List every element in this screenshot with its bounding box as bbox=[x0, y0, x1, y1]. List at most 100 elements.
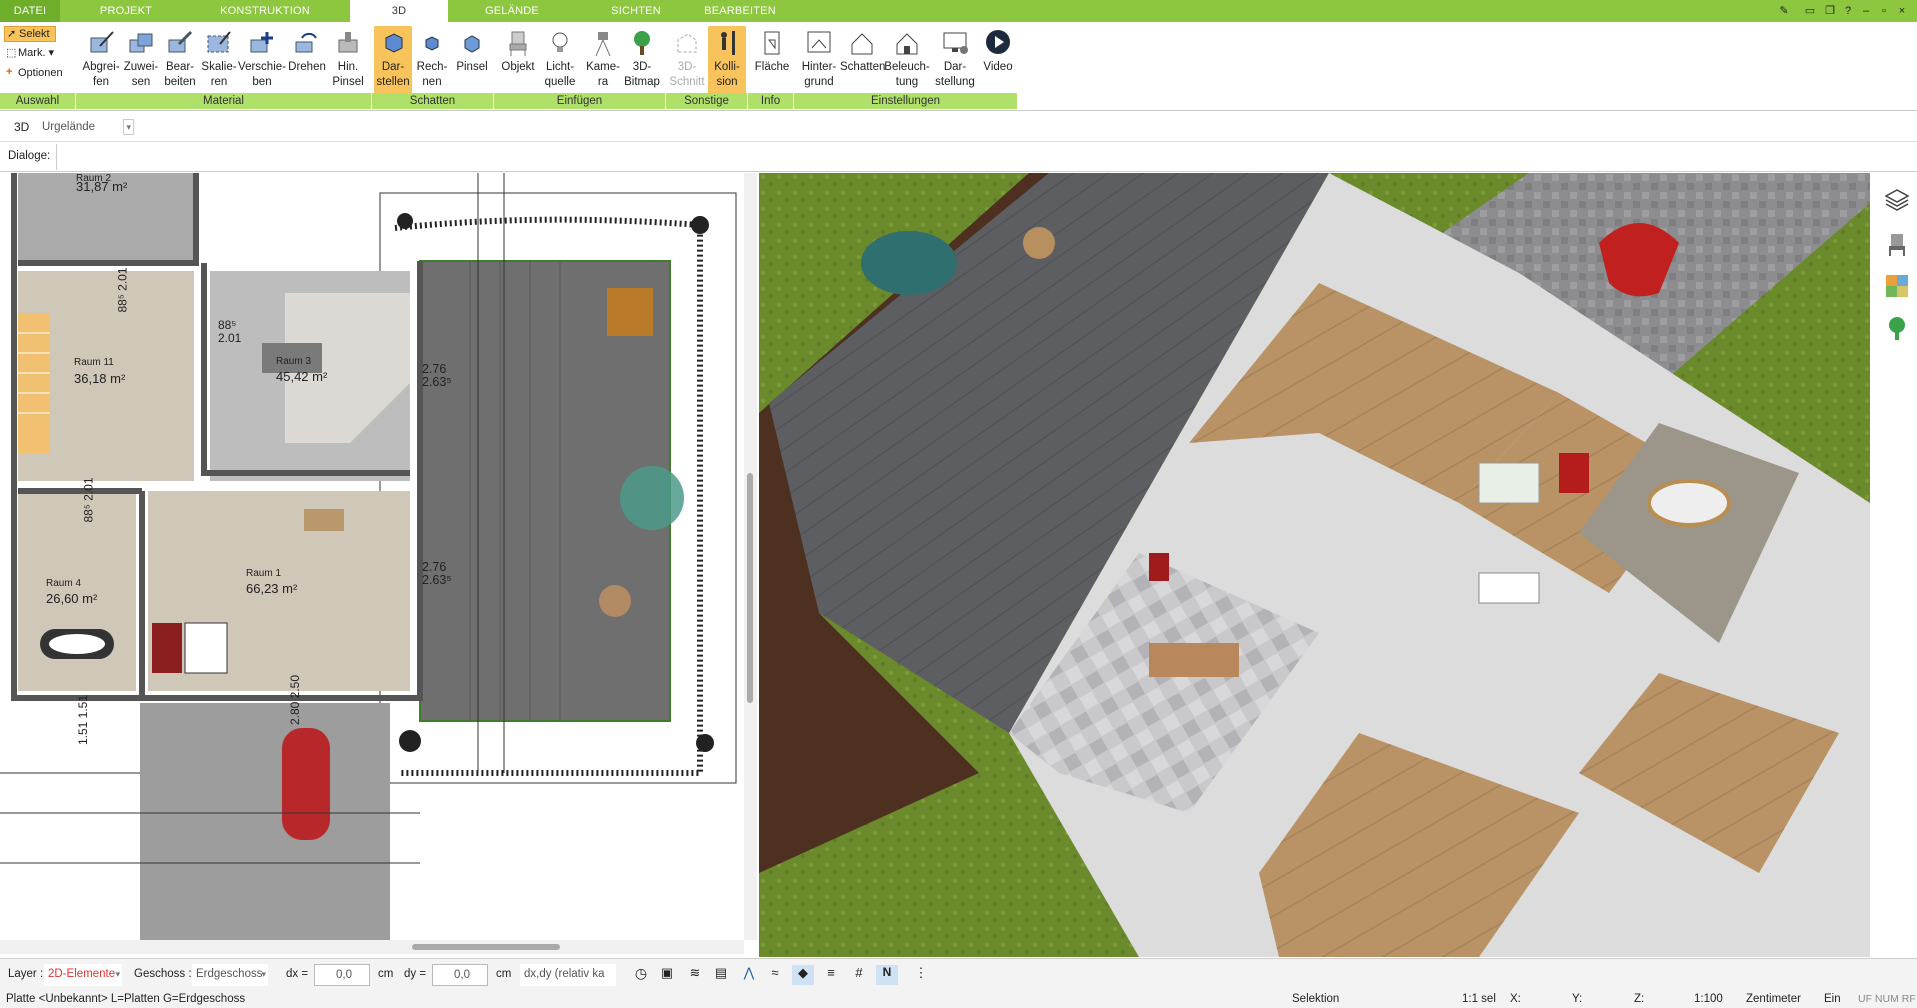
zuweisen-label-2: sen bbox=[131, 76, 151, 88]
chair-catalog-icon[interactable] bbox=[1884, 231, 1910, 257]
materials-icon[interactable] bbox=[1884, 273, 1910, 299]
kamera-label: Kame- bbox=[586, 61, 620, 73]
group-einstellungen: Einstellungen bbox=[794, 93, 1018, 109]
darstellung-label: Dar- bbox=[943, 61, 967, 73]
scroll-thumb[interactable] bbox=[747, 473, 753, 703]
minimize-icon[interactable]: – bbox=[1858, 3, 1874, 19]
zuweisen-button[interactable]: Zuwei-sen bbox=[120, 26, 162, 96]
tab-sichten[interactable]: SICHTEN bbox=[590, 0, 682, 22]
north-icon[interactable]: N bbox=[876, 965, 898, 985]
rechnen-button[interactable]: Rech-nen bbox=[414, 26, 450, 96]
plan-horizontal-scrollbar[interactable] bbox=[0, 940, 744, 954]
surface-icon[interactable]: ≡ bbox=[820, 965, 842, 985]
tab-konstruktion[interactable]: KONSTRUKTION bbox=[205, 0, 325, 22]
tab-gelaende[interactable]: GELÄNDE bbox=[462, 0, 562, 22]
coordinate-mode-select[interactable]: dx,dy (relativ ka bbox=[520, 964, 616, 986]
3d-bitmap-button[interactable]: 3D- Bitmap bbox=[622, 26, 662, 96]
scroll-thumb[interactable] bbox=[412, 944, 560, 950]
selekt-button[interactable]: ➚ Selekt bbox=[4, 26, 56, 42]
brush-icon bbox=[338, 32, 358, 53]
calc-cube-icon bbox=[425, 36, 439, 51]
more-icon[interactable]: ⋮ bbox=[910, 965, 932, 985]
layers-icon[interactable] bbox=[1884, 187, 1910, 213]
status-selektion: Selektion bbox=[1292, 993, 1340, 1005]
cursor-icon: ➚ bbox=[7, 28, 17, 40]
dy-label: dy = bbox=[404, 968, 427, 980]
terrain-select[interactable]: Urgelände ▾ bbox=[38, 117, 138, 139]
kamera-button[interactable]: Kame-ra bbox=[584, 26, 622, 96]
3d-view[interactable] bbox=[759, 173, 1870, 957]
3d-schnitt-button[interactable]: 3D- Schnitt bbox=[668, 26, 706, 96]
optionen-button[interactable]: + Optionen bbox=[4, 66, 76, 82]
hin-pinsel-button[interactable]: Hin. Pinsel bbox=[326, 26, 370, 96]
background-house-icon bbox=[807, 31, 831, 53]
beleuchtung-button[interactable]: Beleuch-tung bbox=[884, 26, 930, 96]
rotate-icon bbox=[295, 32, 317, 53]
geschoss-select[interactable]: Erdgeschoss ▾ bbox=[192, 964, 268, 986]
schatten-button[interactable]: Schatten bbox=[840, 26, 885, 96]
tv-cabinet-3d bbox=[1478, 572, 1540, 604]
edit-material-icon bbox=[168, 30, 193, 53]
monitor-small-icon[interactable]: ▣ bbox=[656, 965, 678, 985]
wave-icon[interactable]: ≈ bbox=[764, 965, 786, 985]
skalieren-button[interactable]: Skalie-ren bbox=[198, 26, 240, 96]
status-ein: Ein bbox=[1824, 993, 1841, 1005]
status-flags: UF NUM RF bbox=[1858, 993, 1916, 1005]
flaeche-button[interactable]: Fläche bbox=[752, 26, 792, 96]
dy-input[interactable]: 0,0 bbox=[432, 964, 488, 986]
tab-datei[interactable]: DATEI bbox=[0, 0, 60, 22]
objekt-button[interactable]: Objekt bbox=[498, 26, 538, 96]
lightbulb-icon bbox=[552, 32, 568, 52]
layer-select[interactable]: 2D-Elemente ▾ bbox=[44, 964, 122, 986]
abgreifen-button[interactable]: Abgrei-fen bbox=[80, 26, 122, 96]
tab-3d[interactable]: 3D bbox=[350, 0, 448, 22]
mark-button[interactable]: ⬚ Mark. ▾ bbox=[4, 46, 64, 62]
plan-vertical-scrollbar[interactable] bbox=[744, 173, 757, 940]
clock-icon[interactable]: ◷ bbox=[630, 965, 652, 985]
window-icon[interactable]: ▭ bbox=[1802, 3, 1818, 19]
lichtquelle-button[interactable]: Licht-quelle bbox=[540, 26, 580, 96]
darstellen-button[interactable]: Dar-stellen bbox=[374, 26, 412, 96]
plane-icon[interactable]: ◆ bbox=[792, 965, 814, 985]
bearbeiten-label: Bear- bbox=[165, 61, 195, 73]
round-table-3d bbox=[1023, 227, 1055, 259]
darstellen-label-2: stellen bbox=[376, 76, 410, 88]
chevron-down-icon: ▾ bbox=[123, 119, 134, 135]
kollision-label: Kolli- bbox=[714, 61, 740, 73]
darstellung-button[interactable]: Dar-stellung bbox=[932, 26, 978, 96]
verschieben-label-2: ben bbox=[252, 76, 272, 88]
dim-b: 2.01 bbox=[218, 331, 242, 345]
3d-schnitt-label: 3D- bbox=[677, 61, 697, 73]
tab-bearbeiten[interactable]: BEARBEITEN bbox=[700, 0, 780, 22]
skalieren-label: Skalie- bbox=[201, 61, 237, 73]
dx-value: 0,0 bbox=[336, 969, 352, 981]
video-button[interactable]: Video bbox=[978, 26, 1018, 96]
tab-projekt[interactable]: PROJEKT bbox=[66, 0, 186, 22]
maximize-icon[interactable]: ▫ bbox=[1876, 3, 1892, 19]
coffee-table-3d bbox=[1478, 462, 1540, 504]
windows-icon[interactable]: ❐ bbox=[1822, 3, 1838, 19]
plants-icon[interactable] bbox=[1884, 315, 1910, 341]
mark-icon: ⬚ bbox=[6, 47, 17, 59]
assign-icon bbox=[129, 33, 153, 53]
room-raum3-area: 45,42 m² bbox=[276, 369, 328, 384]
help-icon[interactable]: ? bbox=[1840, 3, 1856, 19]
dx-input[interactable]: 0,0 bbox=[314, 964, 370, 986]
snap-icon[interactable]: ⋀ bbox=[738, 965, 760, 985]
hintergrund-button[interactable]: Hinter-grund bbox=[798, 26, 840, 96]
floor-plan-2d[interactable]: Raum 2 31,87 m² Raum 11 36,18 m² Raum 3 … bbox=[0, 173, 744, 940]
drehen-button[interactable]: Drehen bbox=[286, 26, 328, 96]
beleuchtung-label: Beleuch- bbox=[884, 61, 930, 73]
chevron-down-icon: ▾ bbox=[115, 969, 120, 979]
pinsel-button[interactable]: Pinsel bbox=[452, 26, 492, 96]
stack-icon[interactable]: ▤ bbox=[710, 965, 732, 985]
group-sonstige: Sonstige bbox=[666, 93, 748, 109]
kollision-button[interactable]: Kolli-sion bbox=[708, 26, 746, 96]
grid-icon[interactable]: # bbox=[848, 965, 870, 985]
bearbeiten-button[interactable]: Bear-beiten bbox=[158, 26, 202, 96]
pen-icon[interactable]: ✎ bbox=[1776, 3, 1792, 19]
close-icon[interactable]: × bbox=[1894, 3, 1910, 19]
layers-small-icon[interactable]: ≋ bbox=[684, 965, 706, 985]
zuweisen-label: Zuwei- bbox=[123, 61, 159, 73]
verschieben-button[interactable]: Verschie-ben bbox=[236, 26, 288, 96]
